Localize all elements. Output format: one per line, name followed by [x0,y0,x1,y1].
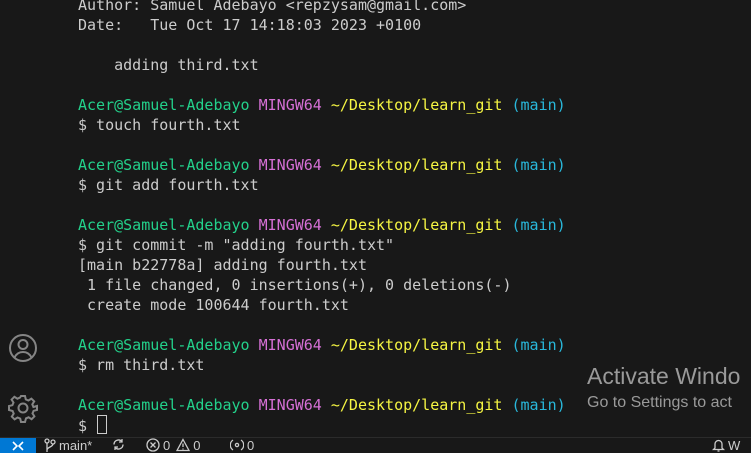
warning-icon [176,438,191,452]
prompt-user: Acer@Samuel-Adebayo [78,216,250,234]
watermark-title: Activate Windo [587,363,741,389]
remote-icon [12,440,24,451]
warning-count: 0 [193,438,201,453]
branch-name: main* [59,438,93,453]
prompt-branch: (main) [511,96,566,114]
activity-bar [0,0,48,438]
gear-icon[interactable] [5,390,41,426]
prompt-system: MINGW64 [258,396,322,414]
terminal-output-line: Date: Tue Oct 17 14:18:03 2023 +0100 [78,16,422,34]
terminal-command-line: $ rm third.txt [78,356,205,374]
prompt-path: ~/Desktop/learn_git [330,96,503,114]
terminal-cursor [97,415,108,434]
terminal-output-line: 1 file changed, 0 insertions(+), 0 delet… [78,276,512,294]
problems-indicator[interactable]: 0 0 [146,438,200,453]
prompt-branch: (main) [511,336,566,354]
prompt-system: MINGW64 [258,216,322,234]
ports-icon [230,439,244,451]
prompt-system: MINGW64 [258,156,322,174]
prompt-branch: (main) [511,156,566,174]
prompt-system: MINGW64 [258,96,322,114]
prompt-path: ~/Desktop/learn_git [330,216,503,234]
prompt-path: ~/Desktop/learn_git [330,156,503,174]
source-control-icon [44,438,56,452]
terminal-output-line: adding third.txt [78,56,259,74]
terminal-input-line: $ [78,417,97,435]
terminal-prompt-line: Acer@Samuel-Adebayo MINGW64 ~/Desktop/le… [78,155,751,175]
terminal-output-line: create mode 100644 fourth.txt [78,296,349,314]
terminal-command-line: $ git commit -m "adding fourth.txt" [78,236,395,254]
ports-indicator[interactable]: 0 [230,438,254,453]
terminal-prompt-line: Acer@Samuel-Adebayo MINGW64 ~/Desktop/le… [78,335,751,355]
error-icon [146,438,160,452]
activate-windows-watermark: Activate Windo Go to Settings to act [587,362,740,414]
prompt-user: Acer@Samuel-Adebayo [78,396,250,414]
terminal-output-line: Author: Samuel Adebayo <repzysam@gmail.c… [78,0,467,14]
branch-indicator[interactable]: main* [44,438,92,453]
terminal-command-line: $ git add fourth.txt [78,176,259,194]
prompt-system: MINGW64 [258,336,322,354]
prompt-branch: (main) [511,216,566,234]
prompt-user: Acer@Samuel-Adebayo [78,336,250,354]
error-count: 0 [163,438,171,453]
ports-count: 0 [247,438,255,453]
prompt-path: ~/Desktop/learn_git [330,396,503,414]
notifications-indicator[interactable]: W [712,438,740,453]
terminal-output-line: [main b22778a] adding fourth.txt [78,256,367,274]
account-icon[interactable] [5,330,41,366]
remote-indicator[interactable] [0,438,36,453]
terminal-prompt-line: Acer@Samuel-Adebayo MINGW64 ~/Desktop/le… [78,215,751,235]
watermark-subtitle: Go to Settings to act [587,394,732,411]
prompt-path: ~/Desktop/learn_git [330,336,503,354]
terminal-prompt-line: Acer@Samuel-Adebayo MINGW64 ~/Desktop/le… [78,95,751,115]
bell-icon [712,439,725,452]
prompt-user: Acer@Samuel-Adebayo [78,156,250,174]
sync-button[interactable] [112,438,125,453]
prompt-user: Acer@Samuel-Adebayo [78,96,250,114]
terminal-command-line: $ touch fourth.txt [78,116,241,134]
prompt-branch: (main) [511,396,566,414]
status-right-text: W [728,438,741,453]
sync-icon [113,439,124,450]
status-bar: main* 0 0 0 W [0,437,751,453]
